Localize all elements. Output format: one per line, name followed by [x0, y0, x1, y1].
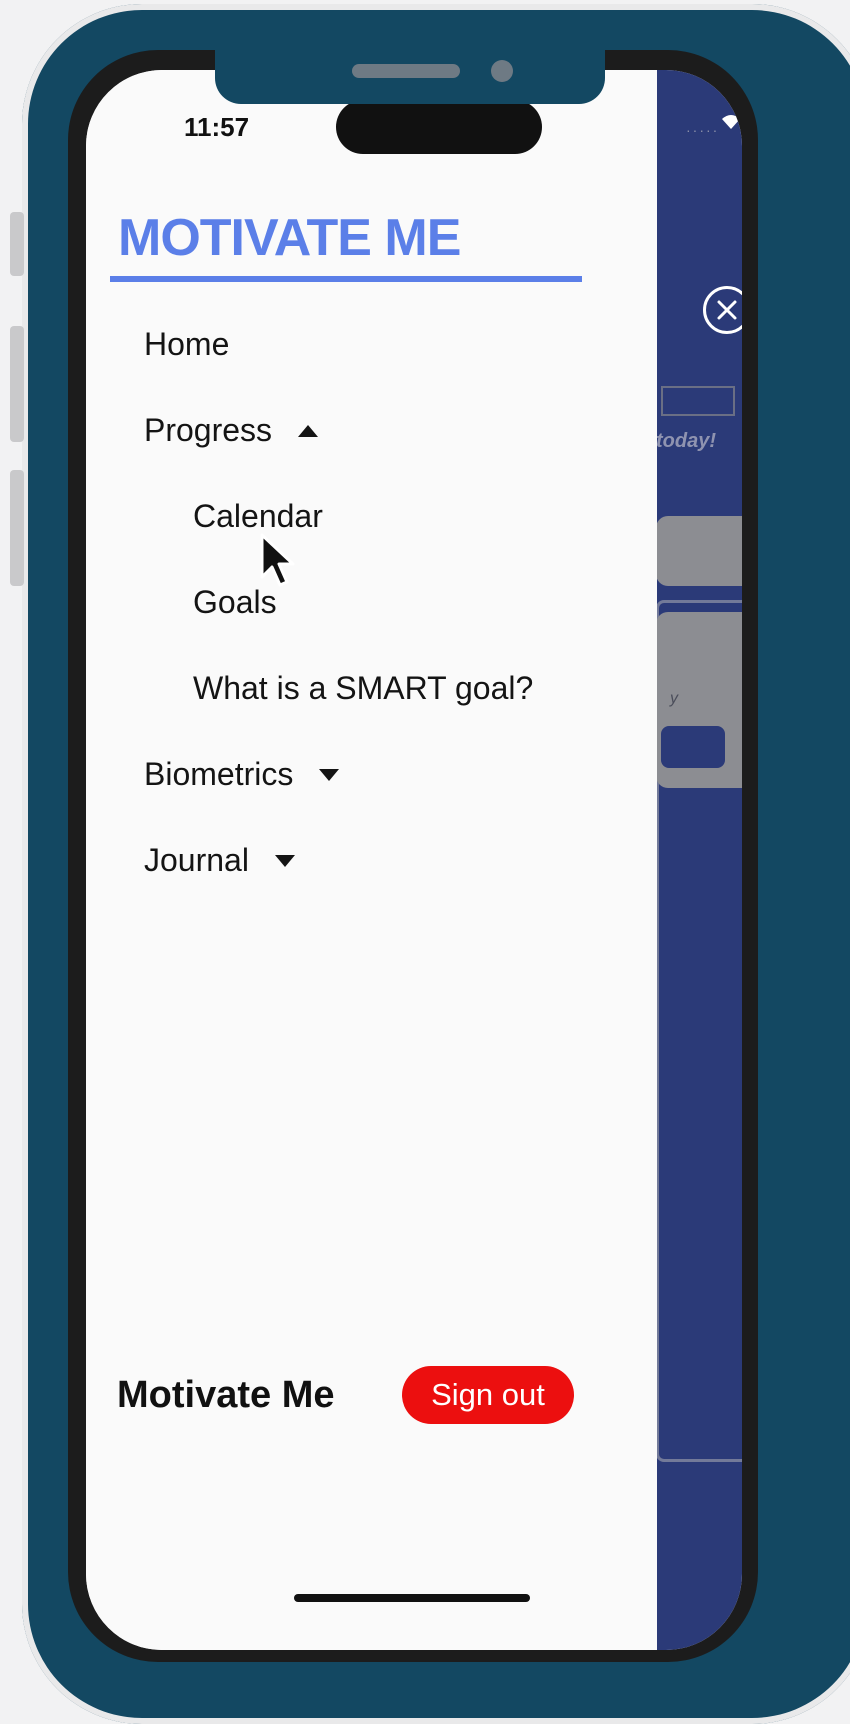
caret-up-icon — [298, 424, 319, 437]
background-card-text: y — [670, 690, 678, 707]
volume-up-button — [10, 326, 24, 442]
status-time: 11:57 — [184, 112, 250, 142]
dynamic-island — [336, 100, 542, 154]
nav-item-journal-label: Journal — [144, 842, 249, 878]
mute-switch — [10, 212, 24, 276]
sign-out-button[interactable]: Sign out — [402, 1366, 574, 1424]
nav-item-smart-goal[interactable]: What is a SMART goal? — [193, 670, 533, 707]
wifi-icon — [720, 114, 742, 135]
background-input-box — [661, 386, 735, 416]
background-card — [656, 516, 742, 586]
footer-brand: Motivate Me — [117, 1374, 335, 1416]
nav-item-calendar-label: Calendar — [193, 498, 323, 534]
phone-screen: ····· today! y 11:57 MOTIVATE ME Home Pr… — [86, 70, 742, 1650]
nav-item-progress[interactable]: Progress — [144, 412, 319, 449]
nav-item-journal[interactable]: Journal — [144, 842, 295, 879]
front-camera — [491, 60, 513, 82]
home-indicator[interactable] — [294, 1594, 530, 1602]
nav-item-smart-goal-label: What is a SMART goal? — [193, 670, 534, 706]
volume-down-button — [10, 470, 24, 586]
brand-divider — [110, 276, 582, 282]
nav-item-biometrics-label: Biometrics — [144, 756, 294, 792]
speaker-grille — [352, 64, 460, 78]
mouse-pointer-icon — [260, 533, 295, 587]
caret-down-icon — [319, 768, 340, 781]
nav-item-home[interactable]: Home — [144, 326, 229, 363]
caret-down-icon — [274, 854, 295, 867]
background-today-text: today! — [656, 430, 716, 452]
nav-item-home-label: Home — [144, 326, 230, 362]
nav-item-progress-label: Progress — [144, 412, 273, 448]
nav-item-calendar[interactable]: Calendar — [193, 498, 323, 535]
background-card-button — [661, 726, 725, 768]
signal-dots-icon: ····· — [686, 122, 720, 138]
nav-item-biometrics[interactable]: Biometrics — [144, 756, 340, 793]
navigation-drawer: 11:57 MOTIVATE ME Home Progress Calendar… — [86, 70, 657, 1650]
drawer-brand-title: MOTIVATE ME — [118, 209, 461, 267]
